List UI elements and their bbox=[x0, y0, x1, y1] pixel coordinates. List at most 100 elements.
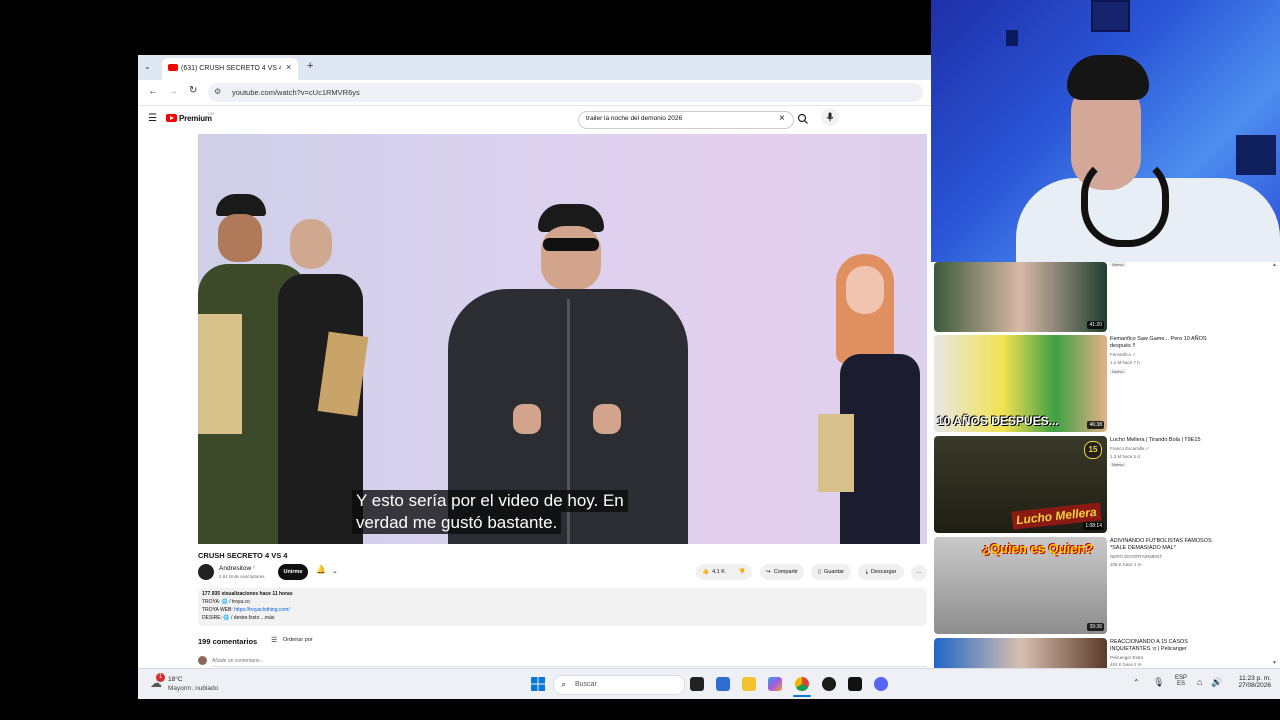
recommendation-thumbnail[interactable]: ¿Quien es Quien? 39:36 bbox=[934, 537, 1107, 634]
sort-icon[interactable]: ☰ bbox=[271, 636, 277, 644]
recommendation-channel[interactable]: Femanfico ✓ bbox=[1110, 352, 1220, 358]
channel-avatar[interactable] bbox=[198, 564, 214, 580]
taskbar-search-icon: ⌕ bbox=[561, 679, 567, 689]
country-code: CO bbox=[208, 111, 214, 116]
youtube-logo-icon[interactable] bbox=[166, 114, 177, 122]
download-icon: ⤓ bbox=[865, 568, 869, 575]
recommendation-channel[interactable]: NERO ENTERTAINMENT bbox=[1110, 554, 1220, 560]
clock-date: 27/08/2026 bbox=[1238, 682, 1271, 689]
menu-icon[interactable]: ☰ bbox=[148, 113, 157, 124]
video-duration: 1:08:14 bbox=[1083, 522, 1104, 530]
join-button[interactable]: Unirme bbox=[278, 564, 308, 580]
recommendations-sidebar: 41:20 Nuevo 10 AÑOS DESPUES... 46:38 Fem… bbox=[931, 262, 1280, 668]
webcam-headphones bbox=[1081, 155, 1169, 247]
recommendation-stats: 1,3 M hace 5 d bbox=[1110, 454, 1140, 459]
new-badge: Nuevo bbox=[1110, 262, 1126, 267]
bookmark-icon: ▯ bbox=[817, 569, 821, 575]
recommendation-thumbnail[interactable]: 10 AÑOS DESPUES... 46:38 bbox=[934, 335, 1107, 432]
share-label: Compartir bbox=[773, 569, 798, 575]
file-explorer-icon[interactable] bbox=[742, 677, 756, 691]
windows-start-icon[interactable] bbox=[531, 677, 545, 691]
youtube-logo-text[interactable]: Premium bbox=[179, 114, 212, 123]
recommendation-title[interactable]: REACCIONANDO A 15 CASOS INQUIETANTES :o … bbox=[1110, 639, 1220, 653]
search-icon[interactable] bbox=[797, 112, 809, 124]
forward-icon[interactable]: → bbox=[168, 86, 178, 97]
keyboard-layout: ES bbox=[1177, 681, 1186, 687]
share-icon: ↪ bbox=[766, 569, 771, 575]
url-text: youtube.com/watch?v=cUc1RMVR6ys bbox=[232, 88, 360, 97]
url-field[interactable]: ⚙ youtube.com/watch?v=cUc1RMVR6ys bbox=[208, 83, 923, 102]
taskbar-search-placeholder: Buscar bbox=[575, 681, 597, 688]
caption-line-2: verdad me gustó bastante. bbox=[352, 512, 562, 534]
tiktok-icon[interactable] bbox=[848, 677, 862, 691]
like-icon[interactable]: 👍 bbox=[702, 569, 709, 575]
clock-time: 11:23 p. m. bbox=[1238, 675, 1271, 682]
recommendation-title[interactable]: ADIVINANDO FUTBOLISTAS FAMOSOS *SALE DEM… bbox=[1110, 538, 1220, 552]
video-person-second bbox=[278, 219, 369, 544]
description-box[interactable]: 177.935 visualizaciones hace 11 horas TR… bbox=[198, 588, 927, 626]
recommendation-title[interactable]: Femanfico Saw Game... Pero 10 AÑOS despu… bbox=[1110, 336, 1220, 350]
tab-active[interactable]: (631) CRUSH SECRETO 4 VS 4 · × bbox=[162, 58, 298, 80]
new-tab-button[interactable]: + bbox=[307, 60, 313, 72]
tab-title: (631) CRUSH SECRETO 4 VS 4 · bbox=[181, 65, 281, 72]
tab-list-chevron-icon[interactable]: ⌄ bbox=[144, 62, 151, 71]
search-input[interactable]: trailer la noche del demonio 2026 bbox=[586, 115, 682, 122]
webcam-wall-outlet bbox=[1006, 30, 1018, 46]
chevron-down-icon[interactable]: ⌄ bbox=[332, 567, 338, 575]
address-bar-row: ← → ↻ ⚙ youtube.com/watch?v=cUc1RMVR6ys bbox=[138, 80, 931, 106]
voice-search-icon[interactable] bbox=[821, 108, 839, 126]
back-icon[interactable]: ← bbox=[148, 86, 158, 97]
show-hidden-icons-chevron-icon[interactable]: ⌃ bbox=[1133, 678, 1140, 687]
recommendation-thumbnail[interactable] bbox=[934, 638, 1107, 668]
clock[interactable]: 11:23 p. m. 27/08/2026 bbox=[1233, 675, 1271, 689]
video-caption: Y esto sería por el video de hoy. En ver… bbox=[352, 490, 628, 534]
scroll-up-icon[interactable]: ▲ bbox=[1272, 262, 1278, 268]
like-count[interactable]: 4,1 K bbox=[712, 569, 725, 575]
more-actions-button[interactable]: ··· bbox=[911, 565, 927, 581]
video-duration: 41:20 bbox=[1087, 321, 1104, 329]
save-button[interactable]: ▯ Guardar bbox=[811, 564, 851, 580]
search-box[interactable]: trailer la noche del demonio 2026 × bbox=[578, 111, 794, 129]
scroll-down-icon[interactable]: ▼ bbox=[1272, 660, 1278, 666]
volume-icon[interactable]: 🔊 bbox=[1211, 677, 1222, 688]
webcam-window bbox=[1236, 135, 1276, 175]
share-button[interactable]: ↪ Compartir bbox=[760, 564, 804, 580]
channel-name[interactable]: Andresitow bbox=[219, 565, 251, 572]
video-player[interactable]: Y esto sería por el video de hoy. En ver… bbox=[198, 134, 927, 544]
comments-count: 199 comentarios bbox=[198, 637, 258, 646]
taskbar-search[interactable]: ⌕ Buscar bbox=[553, 675, 685, 695]
reload-icon[interactable]: ↻ bbox=[189, 85, 197, 96]
dislike-icon[interactable]: 👎 bbox=[739, 569, 746, 575]
chrome-icon[interactable] bbox=[795, 677, 809, 691]
copilot-icon[interactable] bbox=[768, 677, 782, 691]
caption-line-1: Y esto sería por el video de hoy. En bbox=[352, 490, 628, 512]
recommendation-title[interactable]: Lucho Mellera | Tirando Bola | T9E15 bbox=[1110, 437, 1220, 444]
obs-icon[interactable] bbox=[822, 677, 836, 691]
weather-description[interactable]: Mayorm. nublado bbox=[168, 685, 218, 692]
troya-link[interactable]: https://troyaclothing.com/ bbox=[234, 607, 290, 613]
add-comment-input[interactable]: Añade un comentario... bbox=[212, 658, 264, 664]
weather-notification-badge: 1 bbox=[156, 673, 165, 682]
recommendation-channel[interactable]: Pelicanger Extra bbox=[1110, 655, 1220, 661]
recommendation-thumbnail[interactable]: 41:20 bbox=[934, 262, 1107, 332]
video-person-right bbox=[818, 254, 927, 544]
network-icon[interactable]: ⌂ bbox=[1197, 677, 1202, 687]
like-dislike-group: 👍 4,1 K 👎 bbox=[696, 564, 752, 580]
youtube-favicon-icon bbox=[168, 64, 178, 71]
download-button[interactable]: ⤓ Descargar bbox=[858, 564, 904, 580]
notification-bell-icon[interactable]: 🔔 bbox=[316, 565, 326, 574]
language-indicator[interactable]: ESP ES bbox=[1175, 675, 1187, 687]
description-line-2: TROYA WEB: https://troyaclothing.com/ bbox=[202, 607, 290, 613]
clear-search-icon[interactable]: × bbox=[779, 113, 785, 124]
description-line-1: TROYA: 🌐 / troya.co bbox=[202, 599, 250, 605]
recommendation-thumbnail[interactable]: Lucho Mellera 15 1:08:14 bbox=[934, 436, 1107, 533]
close-tab-icon[interactable]: × bbox=[286, 62, 291, 72]
store-icon[interactable] bbox=[716, 677, 730, 691]
site-info-icon[interactable]: ⚙ bbox=[214, 87, 221, 96]
task-view-icon[interactable] bbox=[690, 677, 704, 691]
weather-temp[interactable]: 18°C bbox=[168, 676, 183, 683]
sort-button[interactable]: Ordenar por bbox=[283, 637, 313, 643]
recommendation-channel[interactable]: Franco Escamilla ✓ bbox=[1110, 446, 1220, 452]
microphone-icon[interactable]: 🎙 bbox=[1153, 677, 1164, 688]
discord-icon[interactable] bbox=[874, 677, 888, 691]
